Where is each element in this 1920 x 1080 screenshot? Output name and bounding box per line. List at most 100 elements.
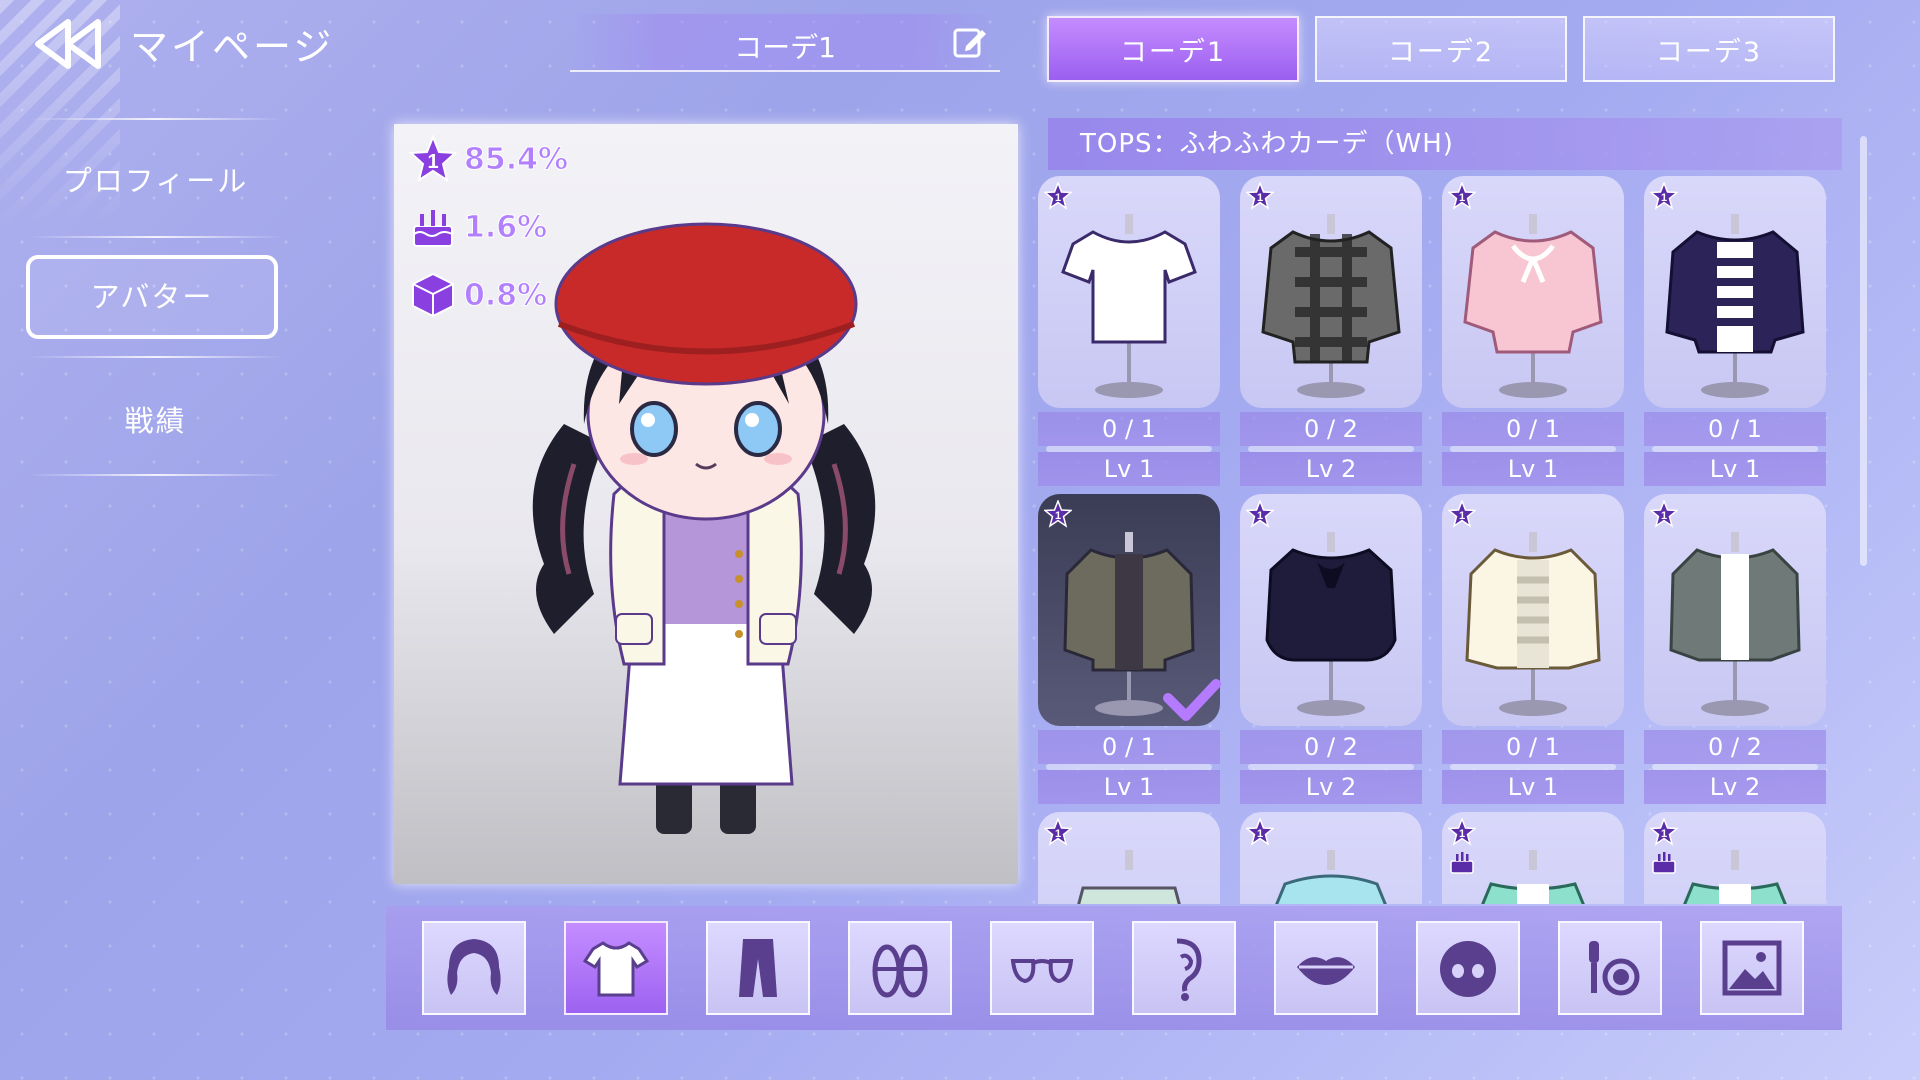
- item-level: Lv 1: [1644, 452, 1826, 486]
- item-level: Lv 2: [1644, 770, 1826, 804]
- clothing-mannequin-icon: [1077, 850, 1181, 904]
- hair-icon: [447, 939, 501, 995]
- item-level: Lv 2: [1240, 770, 1422, 804]
- rarity-star-icon: 1: [1650, 500, 1678, 528]
- background-image-icon: [1722, 940, 1782, 996]
- item-card-mint-tee[interactable]: 1: [1438, 812, 1628, 904]
- avatar-character: [532, 222, 876, 834]
- svg-text:1: 1: [1257, 510, 1263, 522]
- item-level: Lv 1: [1038, 452, 1220, 486]
- checkmark-icon: [1163, 679, 1221, 721]
- page-title: マイページ: [130, 25, 335, 69]
- item-card-aqua-puffer[interactable]: 1: [1236, 812, 1426, 904]
- category-title: TOPS：ふわふわカーデ（WH): [1048, 118, 1842, 170]
- svg-text:1: 1: [1055, 510, 1061, 522]
- cake-icon: [1652, 852, 1676, 874]
- tab-coordinate-2[interactable]: コーデ2: [1315, 16, 1567, 82]
- rarity-star-icon: 1: [1044, 182, 1072, 210]
- item-card-plaid-shirt[interactable]: 1 0 / 2 Lv 2: [1236, 176, 1426, 486]
- item-count: 0 / 1: [1442, 412, 1624, 446]
- tshirt-icon: [582, 941, 650, 997]
- rarity-star-icon: 1: [1044, 818, 1072, 846]
- item-grid: 1 0 / 1 Lv 1 1 0 / 2 Lv 2 1 0 / 1 Lv 1 1 0 / 1 Lv 1…: [1030, 176, 1842, 904]
- svg-text:1: 1: [1661, 192, 1667, 204]
- svg-text:1: 1: [1661, 510, 1667, 522]
- clothing-mannequin-icon: [1465, 532, 1601, 716]
- tool-hair[interactable]: [422, 921, 526, 1015]
- tab-coordinate-3[interactable]: コーデ3: [1583, 16, 1835, 82]
- item-card-mint-tee-2[interactable]: 1: [1640, 812, 1830, 904]
- tool-background[interactable]: [1700, 921, 1804, 1015]
- svg-text:1: 1: [1459, 192, 1465, 204]
- item-card-white-tshirt[interactable]: 1 0 / 1 Lv 1: [1034, 176, 1224, 486]
- item-count: 0 / 2: [1240, 730, 1422, 764]
- glasses-icon: [1010, 959, 1074, 984]
- sidebar-item-record[interactable]: 戦績: [28, 398, 283, 440]
- tab-coordinate-1[interactable]: コーデ1: [1047, 16, 1299, 82]
- rarity-star-icon: 1: [1246, 818, 1274, 846]
- sidebar-item-profile[interactable]: プロフィール: [28, 158, 283, 200]
- coordinate-name-field[interactable]: コーデ1: [570, 14, 1000, 72]
- double-chevron-left-icon: [35, 19, 101, 69]
- item-level: Lv 1: [1038, 770, 1220, 804]
- item-count: 0 / 2: [1240, 412, 1422, 446]
- item-card-cream-jacket[interactable]: 1 0 / 1 Lv 1: [1438, 494, 1628, 804]
- scrollbar[interactable]: [1860, 136, 1867, 566]
- item-count: 0 / 2: [1644, 730, 1826, 764]
- item-card-gray-cardigan[interactable]: 1 0 / 2 Lv 2: [1640, 494, 1830, 804]
- tool-bottoms[interactable]: [706, 921, 810, 1015]
- item-card-fluffy-cardigan[interactable]: 1 0 / 1 Lv 1: [1034, 494, 1224, 804]
- rarity-star-icon: 1: [1448, 182, 1476, 210]
- coordinate-tabs: コーデ1 コーデ2 コーデ3: [1047, 16, 1835, 82]
- shoes-icon: [872, 944, 928, 998]
- rarity-star-icon: 1: [1044, 500, 1072, 528]
- category-toolbar: [386, 906, 1842, 1030]
- back-button[interactable]: [30, 14, 110, 74]
- rarity-star-icon: 1: [1650, 818, 1678, 846]
- svg-text:1: 1: [1257, 192, 1263, 204]
- item-level: Lv 1: [1442, 770, 1624, 804]
- tool-makeup[interactable]: [1558, 921, 1662, 1015]
- tool-accessory[interactable]: [1132, 921, 1236, 1015]
- item-count: 0 / 1: [1038, 412, 1220, 446]
- svg-text:1: 1: [1055, 192, 1061, 204]
- svg-text:1: 1: [1055, 828, 1061, 840]
- sidebar-divider: [28, 236, 283, 238]
- pants-icon: [739, 939, 777, 997]
- clothing-mannequin-icon: [1275, 850, 1387, 904]
- item-level: Lv 2: [1240, 452, 1422, 486]
- clothing-mannequin-icon: [1463, 214, 1603, 398]
- sidebar-divider: [28, 356, 283, 358]
- item-card-pink-ribbon-blouse[interactable]: 1 0 / 1 Lv 1: [1438, 176, 1628, 486]
- item-card-black-frill-blouse[interactable]: 1 0 / 2 Lv 2: [1236, 494, 1426, 804]
- clothing-mannequin-icon: [1481, 850, 1585, 904]
- avatar-preview: 1 85.4% 1.6% 0.8%: [394, 124, 1018, 884]
- item-card-mint-knit[interactable]: 1: [1034, 812, 1224, 904]
- cake-icon: [1450, 852, 1474, 874]
- item-count: 0 / 1: [1442, 730, 1624, 764]
- item-count: 0 / 1: [1038, 730, 1220, 764]
- clothing-mannequin-icon: [1265, 532, 1397, 716]
- tool-lips[interactable]: [1274, 921, 1378, 1015]
- tool-glasses[interactable]: [990, 921, 1094, 1015]
- item-level: Lv 1: [1442, 452, 1624, 486]
- tool-tops[interactable]: [564, 921, 668, 1015]
- face-icon: [1440, 941, 1496, 997]
- tool-face[interactable]: [1416, 921, 1520, 1015]
- edit-icon[interactable]: [952, 24, 988, 60]
- sidebar-divider: [28, 118, 283, 120]
- svg-text:1: 1: [1459, 828, 1465, 840]
- makeup-icon: [1589, 941, 1640, 996]
- sidebar-divider: [28, 474, 283, 476]
- clothing-mannequin-icon: [1683, 850, 1787, 904]
- sidebar-item-avatar[interactable]: アバター: [26, 255, 278, 339]
- item-card-navy-jacket-striped[interactable]: 1 0 / 1 Lv 1: [1640, 176, 1830, 486]
- clothing-mannequin-icon: [1665, 214, 1805, 398]
- coordinate-name-label: コーデ1: [734, 31, 836, 64]
- ear-accessory-icon: [1176, 938, 1202, 1001]
- clothing-mannequin-icon: [1669, 532, 1801, 716]
- item-count: 0 / 1: [1644, 412, 1826, 446]
- tool-shoes[interactable]: [848, 921, 952, 1015]
- rarity-star-icon: 1: [1246, 500, 1274, 528]
- rarity-star-icon: 1: [1246, 182, 1274, 210]
